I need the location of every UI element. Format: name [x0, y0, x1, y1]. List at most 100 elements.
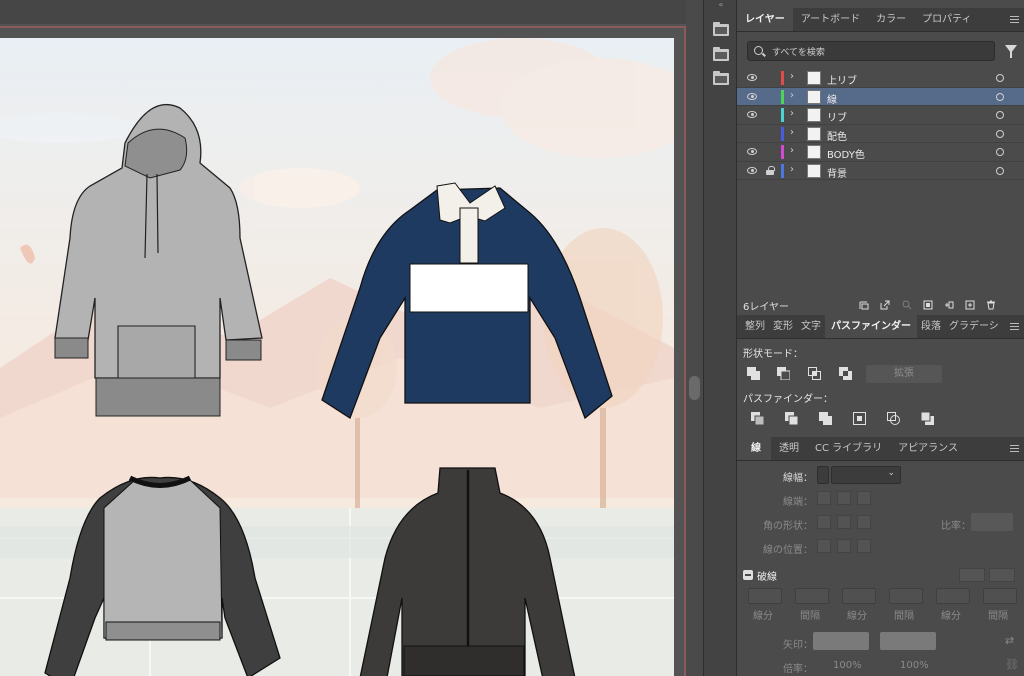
stroke-weight-input[interactable]: ⌄	[831, 466, 901, 484]
new-layer-icon[interactable]	[965, 300, 975, 310]
bevel-join-button[interactable]	[857, 515, 871, 529]
divide-icon[interactable]	[751, 412, 764, 425]
tab-transparency[interactable]: 透明	[771, 437, 807, 460]
link-icon[interactable]: ⛓	[1005, 658, 1019, 671]
dashed-line-checkbox[interactable]	[743, 570, 753, 580]
tab-layers[interactable]: レイヤー	[737, 8, 793, 31]
tab-cc-libraries[interactable]: CC ライブラリ	[807, 437, 890, 460]
trim-icon[interactable]	[785, 412, 798, 425]
preserve-dash-button[interactable]	[959, 568, 985, 582]
layer-row[interactable]: › BODY色	[737, 143, 1024, 162]
chevron-right-icon[interactable]: ›	[790, 71, 794, 82]
projecting-cap-button[interactable]	[857, 491, 871, 505]
align-center-button[interactable]	[817, 539, 831, 553]
eye-icon[interactable]	[747, 166, 757, 174]
lock-icon[interactable]	[766, 165, 775, 176]
target-circle-icon[interactable]	[996, 111, 1004, 119]
export-icon[interactable]	[880, 300, 890, 310]
tab-stroke[interactable]: 線	[737, 437, 771, 460]
layer-thumbnail	[807, 145, 821, 159]
expand-button[interactable]: 拡張	[866, 365, 942, 383]
dash-2-input[interactable]	[842, 588, 876, 604]
eye-icon[interactable]	[747, 111, 757, 118]
swap-arrows-icon[interactable]: ⇄	[1005, 634, 1014, 647]
layer-row[interactable]: › リブ	[737, 106, 1024, 125]
layers-list: › 上リブ › 線 › リブ › 配色 › BODY色 › 背景	[737, 69, 1024, 180]
end-scale-value[interactable]: 100%	[900, 660, 929, 671]
dash-3-input[interactable]	[936, 588, 970, 604]
tab-pathfinder[interactable]: パスファインダー	[825, 315, 917, 338]
minus-back-icon[interactable]	[921, 412, 934, 425]
layer-row[interactable]: › 線	[737, 87, 1024, 106]
locate-search-icon[interactable]	[902, 300, 912, 310]
layer-row[interactable]: › 配色	[737, 125, 1024, 143]
butt-cap-button[interactable]	[817, 491, 831, 505]
align-outside-button[interactable]	[857, 539, 871, 553]
tab-paragraph[interactable]: 段落	[917, 315, 945, 338]
layer-row[interactable]: › 背景	[737, 162, 1024, 180]
unite-icon[interactable]	[747, 367, 760, 380]
layer-color-swatch	[781, 108, 784, 122]
gap-label: 間隔	[800, 611, 820, 622]
tab-artboards[interactable]: アートボード	[793, 8, 868, 31]
panel-menu-icon[interactable]	[1010, 437, 1020, 461]
intersect-icon[interactable]	[808, 367, 821, 380]
chevron-right-icon[interactable]: ›	[790, 145, 794, 156]
layers-search-input[interactable]: すべてを検索	[747, 41, 995, 61]
crop-icon[interactable]	[853, 412, 866, 425]
tab-appearance[interactable]: アピアランス	[890, 437, 966, 460]
round-join-button[interactable]	[837, 515, 851, 529]
gap-2-input[interactable]	[889, 588, 923, 604]
target-circle-icon[interactable]	[996, 92, 1004, 101]
chevron-right-icon[interactable]: ›	[790, 127, 794, 138]
tab-align[interactable]: 整列	[737, 315, 769, 338]
tab-transform[interactable]: 変形	[769, 315, 797, 338]
tab-gradient[interactable]: グラデーシ	[945, 315, 1003, 338]
filter-icon[interactable]	[1005, 45, 1017, 58]
tab-properties[interactable]: プロパティ	[914, 8, 979, 31]
folder-panel-button-2[interactable]	[713, 47, 729, 61]
round-cap-button[interactable]	[837, 491, 851, 505]
layer-row[interactable]: › 上リブ	[737, 69, 1024, 88]
collect-export-icon[interactable]	[859, 300, 869, 310]
chevron-right-icon[interactable]: ›	[790, 90, 794, 101]
arrow-end-select[interactable]	[880, 632, 936, 650]
align-inside-button[interactable]	[837, 539, 851, 553]
start-scale-value[interactable]: 100%	[833, 660, 862, 671]
tab-color[interactable]: カラー	[868, 8, 914, 31]
vertical-scrollbar-thumb[interactable]	[689, 376, 700, 400]
target-circle-icon[interactable]	[996, 74, 1004, 82]
layer-thumbnail	[807, 71, 821, 85]
dash-1-input[interactable]	[748, 588, 782, 604]
chevron-right-icon[interactable]: ›	[790, 108, 794, 119]
arrow-start-select[interactable]	[813, 632, 869, 650]
panel-menu-icon[interactable]	[1010, 315, 1020, 339]
target-circle-icon[interactable]	[996, 166, 1004, 175]
eye-icon[interactable]	[747, 148, 757, 155]
outline-icon[interactable]	[887, 412, 900, 425]
eye-icon[interactable]	[747, 92, 757, 100]
minus-front-icon[interactable]	[777, 367, 790, 380]
gap-1-input[interactable]	[795, 588, 829, 604]
eye-icon[interactable]	[747, 74, 757, 81]
exclude-icon[interactable]	[839, 367, 852, 380]
miter-join-button[interactable]	[817, 515, 831, 529]
stroke-weight-stepper[interactable]	[817, 466, 829, 484]
chevron-right-icon[interactable]: ›	[790, 164, 794, 175]
collapse-arrows-icon[interactable]: «	[704, 0, 738, 10]
folder-panel-button-1[interactable]	[713, 22, 729, 36]
gap-3-input[interactable]	[983, 588, 1017, 604]
target-circle-icon[interactable]	[996, 148, 1004, 156]
trash-icon[interactable]	[986, 300, 996, 310]
canvas-area[interactable]	[0, 0, 703, 676]
panel-menu-icon[interactable]	[1010, 8, 1020, 32]
artboard[interactable]	[0, 38, 674, 676]
folder-panel-button-3[interactable]	[713, 71, 729, 85]
merge-icon[interactable]	[819, 412, 832, 425]
limit-input[interactable]	[971, 513, 1013, 531]
target-circle-icon[interactable]	[996, 129, 1004, 138]
align-dash-corners-button[interactable]	[989, 568, 1015, 582]
clipping-mask-icon[interactable]	[923, 300, 933, 310]
new-sublayer-icon[interactable]	[944, 300, 954, 310]
tab-character[interactable]: 文字	[797, 315, 825, 338]
